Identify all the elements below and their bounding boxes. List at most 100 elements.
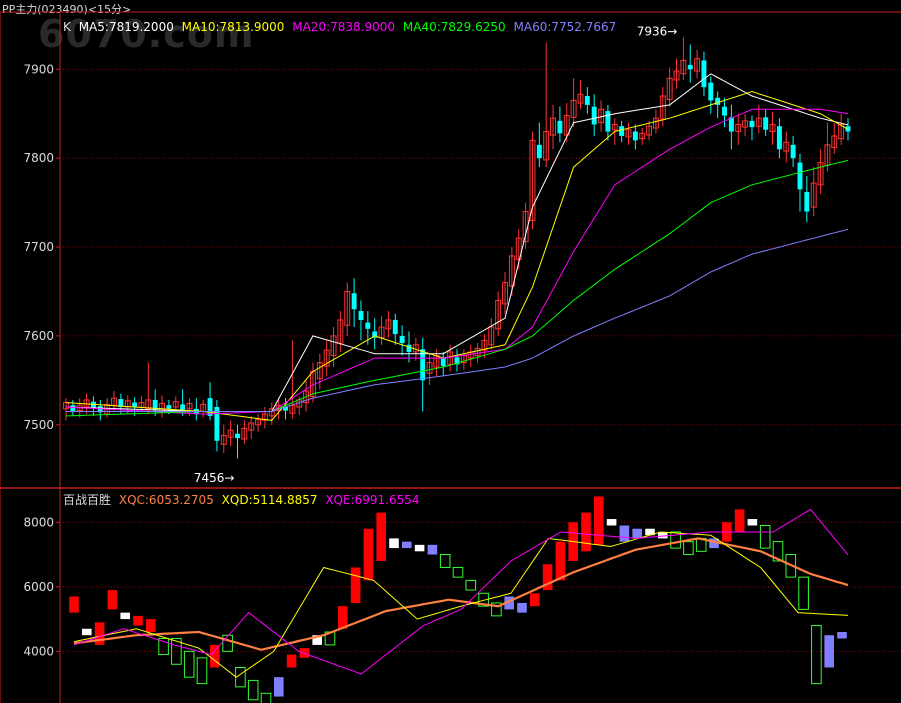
- candle: [372, 318, 378, 350]
- candle: [550, 104, 557, 150]
- candle: [619, 120, 625, 143]
- indicator-bar-red: [734, 509, 745, 532]
- candle: [97, 399, 103, 421]
- candle: [90, 396, 96, 416]
- candle: [227, 420, 234, 447]
- candle-body-down: [722, 106, 727, 116]
- candle-body-down: [591, 106, 597, 125]
- candle-body-down: [207, 398, 213, 416]
- indicator-bar-green: [811, 625, 822, 685]
- candle: [323, 340, 330, 376]
- indicator-bar-blue: [427, 544, 438, 555]
- candle-body-down: [619, 126, 625, 136]
- indicator-bar-white: [606, 519, 617, 526]
- indicator-bar-white: [658, 531, 668, 539]
- candle-body-down: [358, 311, 364, 320]
- candle-body-down: [605, 111, 611, 132]
- candle: [289, 340, 296, 419]
- candle: [790, 135, 796, 168]
- candle: [440, 351, 446, 376]
- candle: [309, 362, 316, 403]
- candle: [776, 118, 782, 159]
- candle-body-down: [166, 405, 172, 409]
- indicator-bar-blue: [632, 528, 642, 539]
- y-tick-label: 7800: [23, 151, 54, 165]
- indicator-bar-blue: [619, 525, 630, 542]
- candle: [337, 311, 344, 352]
- indicator-bar-red: [146, 619, 156, 632]
- candle: [420, 337, 426, 412]
- candle: [248, 415, 255, 440]
- indicator-bar-blue: [402, 541, 412, 549]
- indicator-bar-white: [389, 538, 399, 549]
- indicator-bar-blue: [837, 632, 847, 639]
- ma-line-ma60: [66, 228, 849, 412]
- indicator-bar-green: [247, 679, 259, 701]
- indicator-bar-blue: [517, 602, 527, 613]
- indicator-line-xqe: [73, 508, 849, 675]
- high-annotation: 7936→: [637, 24, 678, 38]
- candle-body-down: [804, 191, 810, 212]
- indicator-bar-red: [376, 512, 386, 561]
- candle: [687, 44, 693, 83]
- candle: [193, 398, 199, 421]
- indicator-bar-green: [196, 657, 208, 685]
- candle: [235, 424, 240, 459]
- indicator-bar-red: [581, 512, 591, 552]
- candle: [701, 51, 707, 96]
- candle-body-down: [235, 433, 240, 439]
- candle: [804, 175, 810, 223]
- candle: [673, 58, 680, 89]
- candle: [351, 278, 357, 328]
- candle: [584, 87, 590, 114]
- candle: [214, 399, 220, 452]
- candle: [715, 91, 721, 119]
- y-tick-label: 7900: [23, 62, 54, 76]
- indicator-bar-red: [107, 590, 118, 610]
- indicator-bar-red: [210, 644, 220, 668]
- candle: [831, 122, 838, 154]
- candle-body-down: [708, 82, 714, 101]
- indicator-bar-green: [260, 692, 272, 703]
- indicator-bar-red: [530, 593, 540, 607]
- candle: [543, 42, 550, 168]
- indicator-bar-green: [222, 634, 233, 652]
- indicator-bar-red: [363, 528, 374, 581]
- indicator-bar-red: [69, 596, 79, 613]
- candle: [255, 414, 262, 432]
- indicator-bar-green: [452, 566, 464, 578]
- indicator-bar-white: [82, 628, 92, 636]
- candle-body-down: [584, 95, 590, 105]
- candle-body-down: [701, 60, 707, 88]
- indicator-bar-white: [414, 544, 425, 552]
- candle: [838, 113, 845, 145]
- y-tick-label: 7500: [23, 418, 54, 432]
- indicator-bar-red: [594, 496, 604, 545]
- indicator-bar-green: [465, 579, 477, 591]
- sub-y-tick-label: 8000: [23, 515, 54, 529]
- candle-body-down: [776, 126, 782, 150]
- sub-y-tick-label: 6000: [23, 580, 54, 594]
- candle: [797, 153, 803, 212]
- candle: [241, 420, 248, 445]
- indicator-line-xqc: [73, 537, 849, 651]
- candle-body-down: [214, 407, 220, 441]
- candle: [769, 111, 776, 145]
- candle: [722, 97, 727, 128]
- candle: [385, 311, 392, 338]
- candle: [378, 316, 385, 345]
- candle-body-down: [365, 322, 371, 329]
- ma-line-ma40: [65, 159, 849, 417]
- candle: [344, 282, 351, 336]
- candle-body-down: [392, 319, 398, 335]
- candle: [460, 349, 467, 370]
- candle: [577, 79, 584, 110]
- candle: [467, 344, 474, 368]
- candle-body-down: [536, 144, 542, 159]
- low-annotation: 7456→: [194, 471, 235, 485]
- indicator-bar-green: [439, 554, 451, 568]
- candle: [728, 104, 734, 150]
- sub-y-tick-label: 4000: [23, 644, 54, 658]
- candle-body-down: [70, 405, 76, 412]
- candle: [268, 402, 275, 425]
